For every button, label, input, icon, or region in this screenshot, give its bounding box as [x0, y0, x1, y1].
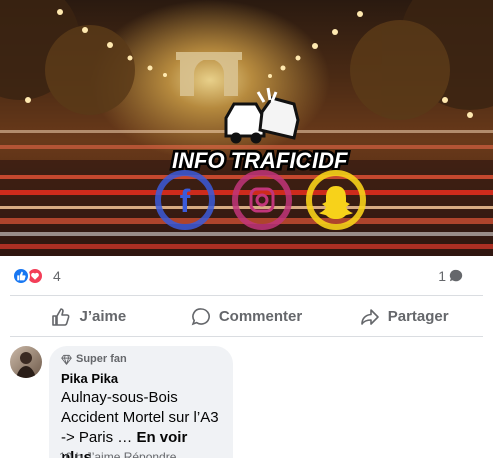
comment-line-1: Aulnay-sous-Bois: [61, 389, 178, 406]
reaction-icons[interactable]: [12, 267, 44, 285]
action-bar: J’aime Commenter Partager: [10, 297, 483, 337]
like-button[interactable]: J’aime: [10, 297, 168, 336]
svg-text:f: f: [180, 183, 191, 219]
comment-count[interactable]: 1: [438, 268, 463, 284]
comment-line-2: Accident Mortel sur l’A3: [61, 409, 219, 426]
car-logo-icon: [224, 87, 300, 144]
comment-icon: [191, 307, 210, 325]
avatar[interactable]: [10, 346, 42, 378]
comment-line-3-text: -> Paris …: [61, 429, 133, 446]
comment-count-value: 1: [438, 268, 446, 284]
share-label: Partager: [387, 308, 449, 325]
share-button[interactable]: Partager: [325, 297, 483, 336]
brand-suffix: IDF: [312, 148, 348, 173]
post-image[interactable]: INFO TRAFIC INFO TRAFIC IDF IDF f: [0, 0, 493, 256]
like-reaction-icon: [12, 267, 30, 285]
comment-meta[interactable]: 10 h J’aime Répondre: [59, 450, 176, 458]
reaction-count[interactable]: 4: [53, 268, 61, 284]
like-label: J’aime: [79, 308, 127, 325]
comment-author[interactable]: Pika Pika: [61, 371, 221, 386]
comment-bubble-icon: [449, 269, 463, 282]
comment-button[interactable]: Commenter: [168, 297, 326, 336]
traffic-scene: INFO TRAFIC INFO TRAFIC IDF IDF f: [0, 0, 493, 256]
comment-item: Super fan Pika Pika Aulnay-sous-Bois Acc…: [10, 346, 233, 458]
share-icon: [360, 308, 379, 325]
comment-bubble: Super fan Pika Pika Aulnay-sous-Bois Acc…: [49, 346, 233, 458]
comment-label: Commenter: [218, 308, 303, 325]
diamond-icon: [61, 354, 72, 365]
facebook-post: INFO TRAFIC INFO TRAFIC IDF IDF f 4 1 J’…: [0, 0, 493, 458]
badge-label: Super fan: [76, 353, 127, 365]
brand-text: INFO TRAFIC: [172, 148, 312, 173]
thumbs-up-icon: [52, 307, 70, 326]
comment-text: Aulnay-sous-Bois Accident Mortel sur l’A…: [61, 388, 221, 458]
super-fan-badge: Super fan: [61, 353, 221, 365]
reactions-bar: 4 1: [10, 256, 483, 296]
